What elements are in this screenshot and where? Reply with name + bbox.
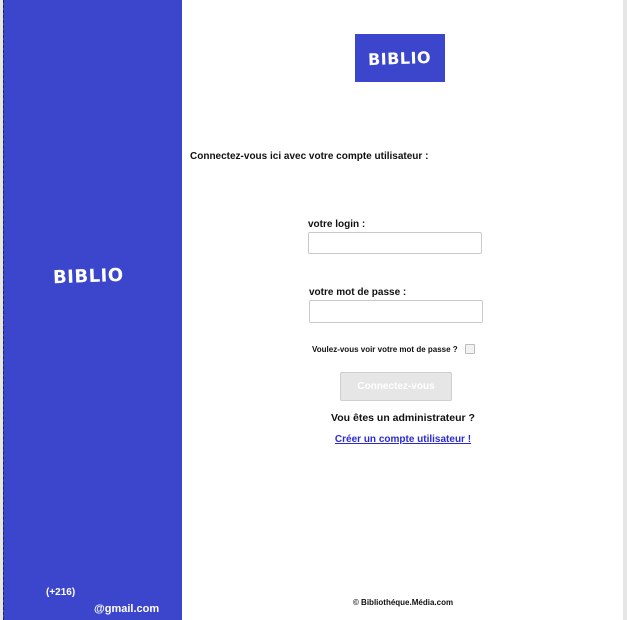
connect-button[interactable]: Connectez-vous	[340, 372, 452, 401]
show-password-label: Voulez-vous voir votre mot de passe ?	[312, 344, 458, 354]
contact-email: @gmail.com	[94, 603, 160, 615]
login-input[interactable]	[308, 232, 482, 254]
show-password-checkbox[interactable]	[464, 344, 475, 354]
login-label: votre login :	[308, 219, 366, 230]
sidebar: BIBLIO (+216) @gmail.com	[3, 0, 182, 620]
login-intro: Connectez-vous ici avec votre compte uti…	[190, 151, 429, 162]
password-label: votre mot de passe :	[309, 287, 407, 298]
header-logo: BIBLIO	[355, 34, 445, 82]
header-logo-text: BIBLIO	[368, 47, 432, 69]
footer-copyright: © Bibliothéque.Média.com	[352, 598, 454, 607]
show-password-row: Voulez-vous voir votre mot de passe ?	[312, 344, 475, 354]
admin-question: Vou êtes un administrateur ?	[331, 412, 475, 424]
password-input[interactable]	[309, 300, 483, 323]
contact-phone: (+216)	[46, 587, 76, 598]
sidebar-logo: BIBLIO	[52, 264, 124, 289]
main-panel: BIBLIO Connectez-vous ici avec votre com…	[182, 0, 624, 620]
create-account-link[interactable]: Créer un compte utilisateur !	[182, 434, 624, 445]
right-border	[623, 0, 627, 620]
